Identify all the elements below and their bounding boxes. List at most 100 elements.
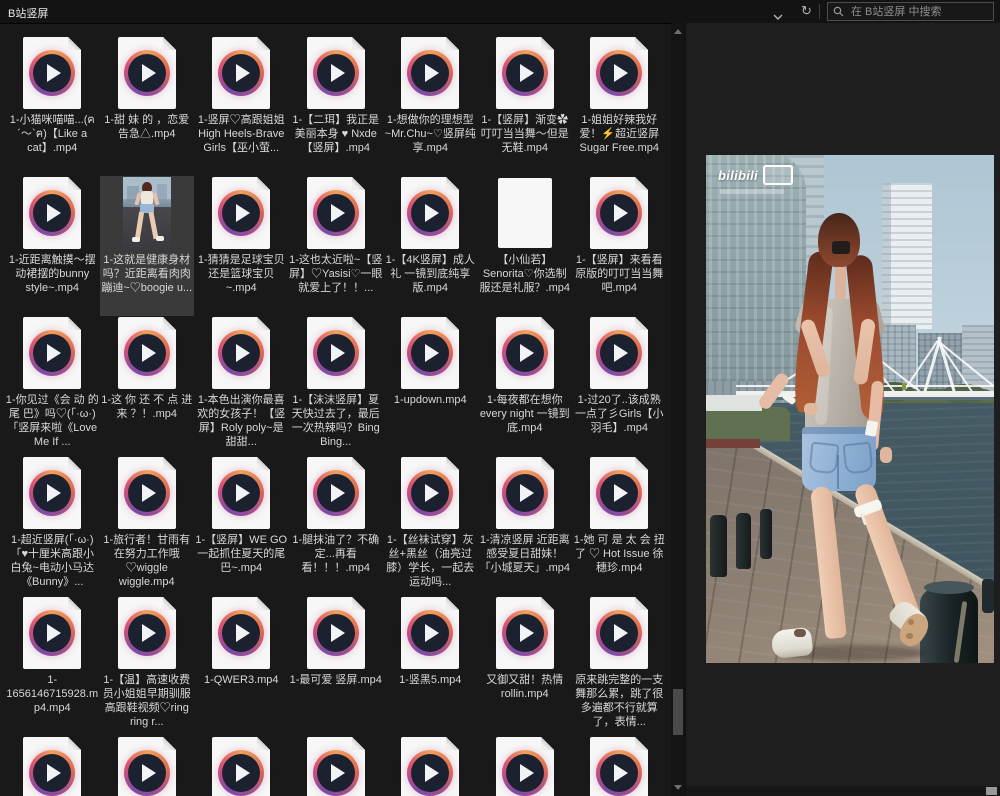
file-item[interactable]: 1-超近竖屏(「·ω·)「♥十厘米高跟小白兔~电动小马达《Bunny》... xyxy=(5,456,100,596)
girl-hand xyxy=(804,403,818,415)
file-item[interactable]: 1-这就是健康身材吗？近距离看肉肉蹦迪~♡boogie u... xyxy=(100,176,195,316)
page-fold-corner xyxy=(635,457,648,470)
file-item[interactable]: 1-【4K竖屏】成人礼 一镜到底纯享版.mp4 xyxy=(383,176,478,316)
file-item[interactable]: 1-【竖屏】渐变✿叮叮当当舞～但是无鞋.mp4 xyxy=(478,36,573,176)
scroll-up-button[interactable] xyxy=(674,29,682,34)
file-item[interactable]: 1-最可爱 竖屏.mp4 xyxy=(289,596,384,736)
red-fence xyxy=(706,439,760,448)
video-file-icon xyxy=(23,736,81,796)
file-item[interactable]: 1-【竖屏】来看看原版的叮叮当当舞吧.mp4 xyxy=(572,176,667,316)
file-name: 1-每夜都在想你 every night 一镜到底.mp4 xyxy=(478,393,572,435)
file-item[interactable]: 1-竖屏♡高跟姐姐High Heels-Brave Girls【巫小萤... xyxy=(194,36,289,176)
scrollbar-thumb[interactable] xyxy=(673,689,683,735)
search-box[interactable] xyxy=(827,2,994,21)
file-page-icon xyxy=(401,597,459,669)
page-fold-corner xyxy=(352,37,365,50)
scroll-down-button[interactable] xyxy=(674,785,682,790)
page-fold-corner xyxy=(257,597,270,610)
play-button-icon xyxy=(596,50,642,96)
page-fold-corner xyxy=(257,737,270,750)
play-button-icon xyxy=(407,50,453,96)
video-file-icon xyxy=(212,316,270,390)
file-item[interactable]: 1-她 可 是 太 会 扭 了 ♡ Hot Issue 徐穗珍.mp4 xyxy=(572,456,667,596)
file-item[interactable]: 1-【沫沫竖屏】夏天快过去了，最后一次热辣吗？Bing Bing... xyxy=(289,316,384,456)
file-item[interactable] xyxy=(5,736,100,796)
page-fold-corner xyxy=(541,317,554,330)
play-button-icon xyxy=(29,330,75,376)
file-item[interactable]: 【小仙若】Senorita♡你选制服还是礼服？.mp4 xyxy=(478,176,573,316)
chevron-down-icon[interactable] xyxy=(772,8,784,16)
file-item[interactable]: 1-过20了..该成熟一点了彡Girls【小羽毛】.mp4 xyxy=(572,316,667,456)
file-item[interactable] xyxy=(100,736,195,796)
file-item[interactable]: 1-甜 妹 的 ，恋爱告急△.mp4 xyxy=(100,36,195,176)
play-triangle-icon xyxy=(425,624,439,642)
file-item[interactable]: 1-每夜都在想你 every night 一镜到底.mp4 xyxy=(478,316,573,456)
file-item[interactable]: 1-你见过《会 动 的 尾 巴》吗♡(「·ω·)「竖屏来啦《Love Me If… xyxy=(5,316,100,456)
page-fold-corner xyxy=(541,737,554,750)
file-page-icon xyxy=(23,177,81,249)
play-button-icon xyxy=(124,50,170,96)
file-item[interactable]: 原来跳完整的一支舞那么累，跳了很多遍都不行就算了，表情... xyxy=(572,596,667,736)
page-fold-corner xyxy=(635,737,648,750)
file-page-icon xyxy=(496,457,554,529)
file-item[interactable]: 1-想做你的理想型~Mr.Chu~♡竖屏纯享.mp4 xyxy=(383,36,478,176)
file-item[interactable] xyxy=(478,736,573,796)
search-input[interactable] xyxy=(849,5,988,19)
file-item[interactable]: 1-猜猜是足球宝贝还是篮球宝贝~.mp4 xyxy=(194,176,289,316)
video-file-icon xyxy=(118,456,176,530)
file-item[interactable]: 1-updown.mp4 xyxy=(383,316,478,456)
play-triangle-icon xyxy=(142,484,156,502)
file-item[interactable]: 1-这也太近啦~【竖屏】♡Yasisi♡一眼就爱上了！！... xyxy=(289,176,384,316)
file-item[interactable]: 1-【竖屏】WE GO 一起抓住夏天的尾巴~.mp4 xyxy=(194,456,289,596)
video-file-icon xyxy=(590,176,648,250)
file-item[interactable]: 1-清凉竖屏 近距离感受夏日甜妹！「小城夏天」.mp4 xyxy=(478,456,573,596)
file-item[interactable]: 1-姐姐好辣我好爱！⚡超近竖屏 Sugar Free.mp4 xyxy=(572,36,667,176)
file-item[interactable]: 1-QWER3.mp4 xyxy=(194,596,289,736)
file-item[interactable]: 1-【温】高速收费员小姐姐早期驯服高跟鞋视频♡ring ring r... xyxy=(100,596,195,736)
file-name: 原来跳完整的一支舞那么累，跳了很多遍都不行就算了，表情... xyxy=(572,673,666,729)
video-file-icon xyxy=(496,596,554,670)
scrollbar-grip[interactable] xyxy=(986,787,997,795)
file-item[interactable]: 1-【二珥】我正是美丽本身 ♥ Nxde【竖屏】.mp4 xyxy=(289,36,384,176)
file-page-icon xyxy=(23,317,81,389)
file-page-icon xyxy=(590,37,648,109)
file-item[interactable]: 1-小猫咪喵喵...(ฅ´～`ฅ)【Like a cat】.mp4 xyxy=(5,36,100,176)
file-item[interactable]: 1-竖黑5.mp4 xyxy=(383,596,478,736)
file-item[interactable]: 1-1656146715928.mp4.mp4 xyxy=(5,596,100,736)
preview-pane: bilibili xyxy=(685,23,1000,796)
play-triangle-icon xyxy=(331,624,345,642)
video-file-icon xyxy=(401,176,459,250)
file-name: 1-清凉竖屏 近距离感受夏日甜妹！「小城夏天」.mp4 xyxy=(478,533,572,575)
file-name: 1-【竖屏】WE GO 一起抓住夏天的尾巴~.mp4 xyxy=(194,533,288,575)
play-button-icon xyxy=(218,50,264,96)
file-item[interactable]: 1-这 你 还 不 点 进 来 ？！.mp4 xyxy=(100,316,195,456)
file-page-icon xyxy=(590,177,648,249)
file-page-icon xyxy=(401,737,459,796)
file-item[interactable] xyxy=(383,736,478,796)
file-item[interactable]: 1-【丝袜试穿】灰丝+黑丝（油亮过膝）学长，一起去运动吗... xyxy=(383,456,478,596)
girl-hand xyxy=(880,447,892,463)
refresh-icon[interactable]: ↻ xyxy=(801,3,812,19)
video-file-icon xyxy=(23,316,81,390)
file-page-icon xyxy=(212,457,270,529)
file-item[interactable] xyxy=(572,736,667,796)
file-page-icon xyxy=(401,317,459,389)
file-item[interactable]: 1-腿抹油了？不确定...再看看！！！.mp4 xyxy=(289,456,384,596)
video-file-icon xyxy=(590,736,648,796)
file-item[interactable] xyxy=(194,736,289,796)
bollard-large xyxy=(920,585,978,663)
bollard xyxy=(736,513,751,569)
file-name: 1-【丝袜试穿】灰丝+黑丝（油亮过膝）学长，一起去运动吗... xyxy=(383,533,477,589)
horizontal-scrollbar[interactable] xyxy=(686,786,1000,796)
vertical-scrollbar[interactable] xyxy=(671,23,685,796)
file-name: 1-【4K竖屏】成人礼 一镜到底纯享版.mp4 xyxy=(383,253,477,295)
watermark-subtext xyxy=(720,189,784,194)
file-item[interactable]: 1-近距离触摸～摆动裙摆的bunny style~.mp4 xyxy=(5,176,100,316)
bollard xyxy=(760,509,772,559)
file-name: 1-想做你的理想型~Mr.Chu~♡竖屏纯享.mp4 xyxy=(383,113,477,155)
file-item[interactable] xyxy=(289,736,384,796)
file-item[interactable]: 1-旅行者！甘雨有在努力工作哦♡wiggle wiggle.mp4 xyxy=(100,456,195,596)
file-item[interactable]: 1-本色出演你最喜欢的女孩子！【竖屏】Roly poly~是甜甜... xyxy=(194,316,289,456)
file-item[interactable]: 又御又甜！热情rollin.mp4 xyxy=(478,596,573,736)
video-file-icon xyxy=(23,36,81,110)
